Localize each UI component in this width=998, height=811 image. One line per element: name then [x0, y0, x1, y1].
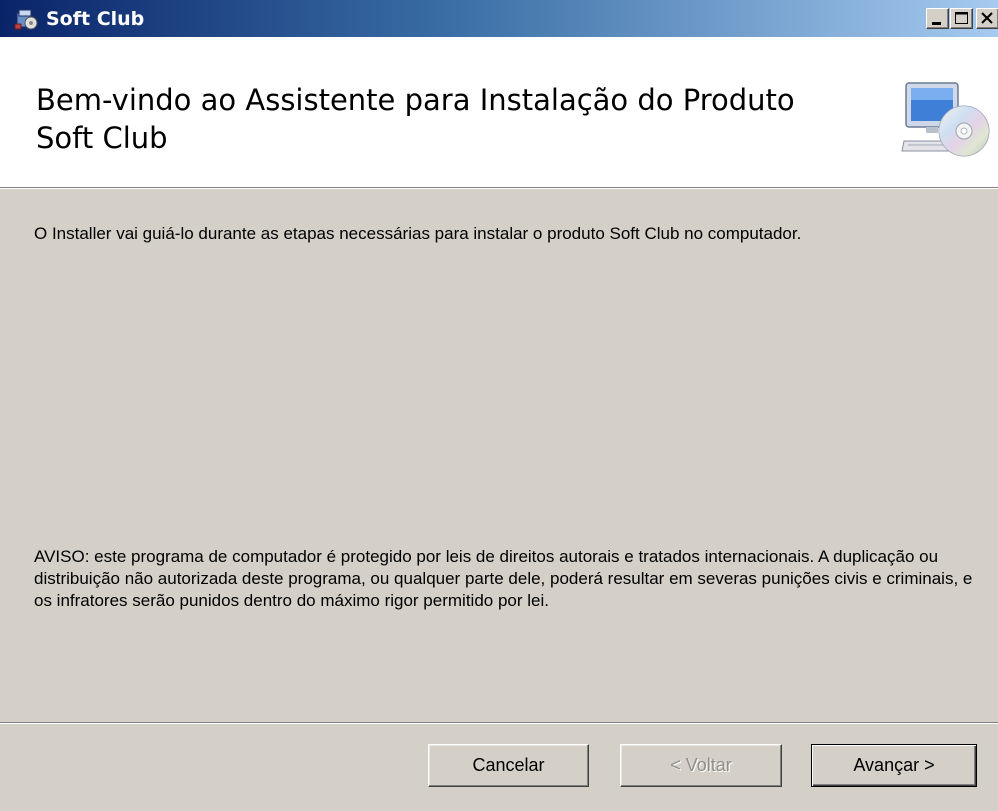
- title-bar[interactable]: Soft Club: [0, 0, 998, 37]
- installer-app-icon: [14, 9, 38, 30]
- window-title: Soft Club: [46, 8, 145, 30]
- next-button[interactable]: Avançar >: [811, 744, 977, 787]
- header-banner: Bem-vindo ao Assistente para Instalação …: [0, 37, 998, 187]
- back-button[interactable]: < Voltar: [620, 744, 782, 787]
- header-divider: [0, 187, 998, 189]
- minimize-button[interactable]: [926, 8, 949, 29]
- installer-window: Soft Club Bem-vindo ao Assistente para I…: [0, 0, 998, 811]
- computer-cd-icon: [901, 82, 990, 157]
- copyright-warning-text: AVISO: este programa de computador é pro…: [34, 547, 973, 610]
- close-icon: [981, 12, 993, 24]
- cancel-button[interactable]: Cancelar: [428, 744, 589, 787]
- close-button[interactable]: [976, 8, 998, 29]
- footer-divider: [0, 722, 998, 724]
- page-title: Bem-vindo ao Assistente para Instalação …: [36, 83, 795, 155]
- maximize-button[interactable]: [950, 8, 973, 29]
- minimize-icon: [932, 22, 941, 25]
- intro-text: O Installer vai guiá-lo durante as etapa…: [34, 224, 802, 243]
- maximize-icon: [955, 12, 968, 24]
